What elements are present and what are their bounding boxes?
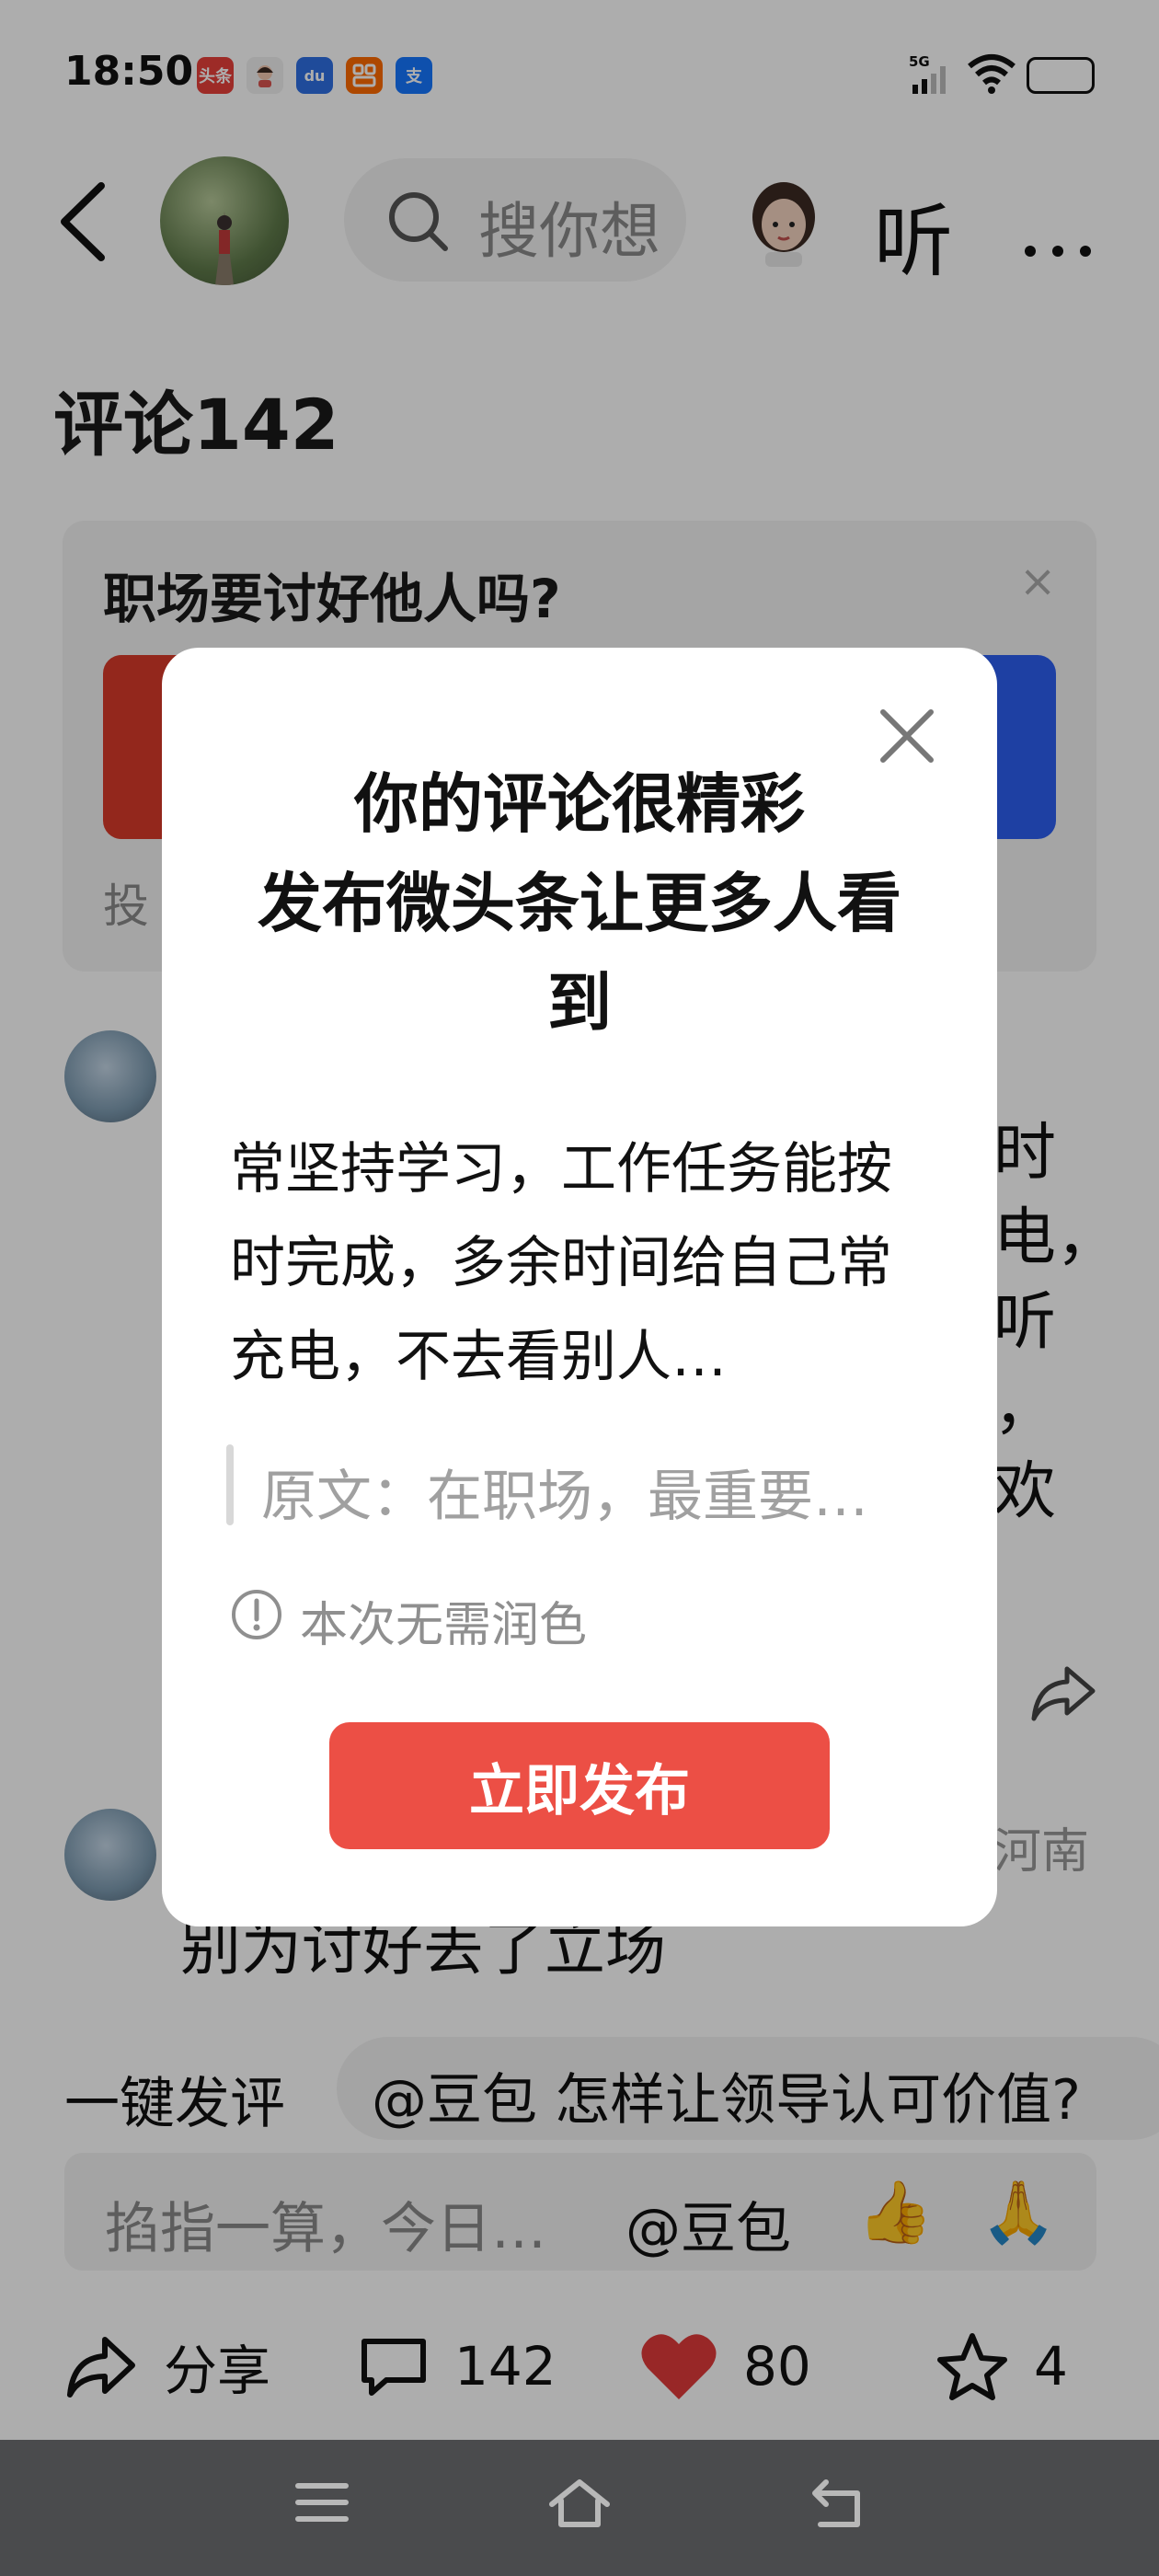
back-nav-icon[interactable] [808, 2477, 866, 2534]
dialog-title: 你的评论很精彩 发布微头条让更多人看 到 [258, 766, 901, 1041]
info-icon [230, 1588, 283, 1645]
home-icon[interactable] [546, 2477, 613, 2534]
quote-divider [226, 1444, 234, 1525]
menu-icon[interactable] [293, 2477, 351, 2532]
publish-now-button[interactable]: 立即发布 [329, 1722, 830, 1849]
polish-info-text: 本次无需润色 [300, 1598, 588, 1653]
original-quote: 原文：在职场，最重要… [261, 1465, 868, 1529]
dialog-body-text: 常坚持学习，工作任务能按时完成，多余时间给自己常充电，不去看别人… [230, 1137, 892, 1389]
